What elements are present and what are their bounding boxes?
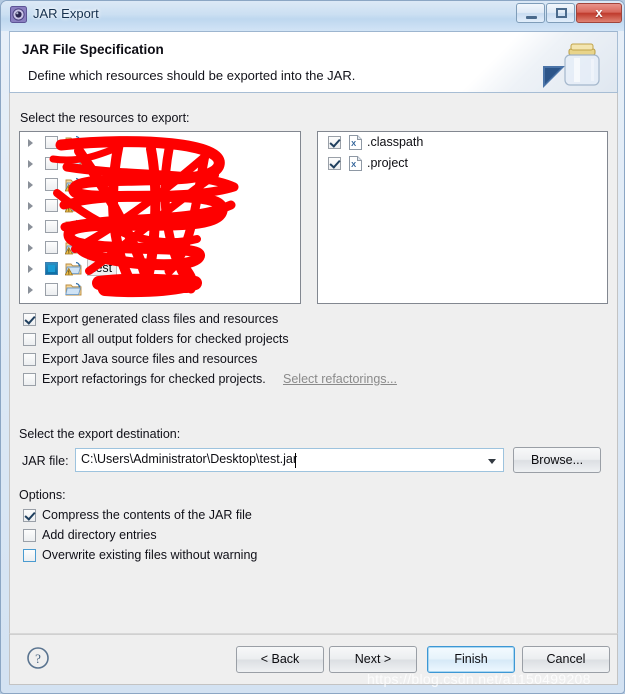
destination-label: Select the export destination: <box>19 427 181 441</box>
jar-file-label: JAR file: <box>22 454 69 468</box>
tree-row[interactable] <box>20 153 300 174</box>
minimize-button[interactable] <box>516 3 545 23</box>
project-folder-icon <box>64 219 82 234</box>
expand-arrow-icon[interactable] <box>28 181 33 189</box>
resources-label: Select the resources to export: <box>20 111 190 125</box>
tree-row-checkbox[interactable] <box>45 199 58 212</box>
minimize-icon <box>526 16 537 19</box>
tree-row[interactable] <box>20 237 300 258</box>
finish-button[interactable]: Finish <box>427 646 515 673</box>
option-checkbox[interactable] <box>23 529 36 542</box>
expand-arrow-icon[interactable] <box>28 265 33 273</box>
file-list-item[interactable]: X .classpath <box>318 132 607 153</box>
tree-row-checkbox[interactable] <box>45 136 58 149</box>
tree-row[interactable] <box>20 132 300 153</box>
select-refactorings-link[interactable]: Select refactorings... <box>283 371 397 388</box>
tree-row[interactable] <box>20 195 300 216</box>
option-label: Overwrite existing files without warning <box>42 548 258 562</box>
expand-arrow-icon[interactable] <box>28 286 33 294</box>
help-icon[interactable]: ? <box>26 646 50 670</box>
project-folder-icon <box>64 198 82 213</box>
window-title: JAR Export <box>33 6 99 21</box>
export-option-checkbox[interactable] <box>23 333 36 346</box>
expand-arrow-icon[interactable] <box>28 139 33 147</box>
expand-arrow-icon[interactable] <box>28 244 33 252</box>
export-option-label: Export all output folders for checked pr… <box>42 332 289 346</box>
project-folder-icon <box>64 240 82 255</box>
chevron-down-icon[interactable] <box>488 459 496 464</box>
export-option-checkbox[interactable] <box>23 373 36 386</box>
tree-row-label: test <box>87 259 118 276</box>
close-button[interactable]: x <box>576 3 622 23</box>
jar-export-dialog: JAR Export x JAR File Specification Defi… <box>0 0 625 694</box>
tree-row-checkbox[interactable] <box>45 241 58 254</box>
page-subtitle: Define which resources should be exporte… <box>28 68 356 83</box>
window-controls: x <box>515 3 622 25</box>
export-option-checkbox[interactable] <box>23 353 36 366</box>
maximize-button[interactable] <box>546 3 575 23</box>
file-checkbox[interactable] <box>328 157 341 170</box>
jar-export-icon <box>10 6 27 23</box>
export-option-label: Export refactorings for checked projects… <box>42 372 266 386</box>
file-label: .project <box>367 156 408 170</box>
svg-text:X: X <box>351 139 356 148</box>
expand-arrow-icon[interactable] <box>28 202 33 210</box>
svg-text:X: X <box>351 160 356 169</box>
text-caret <box>295 453 296 468</box>
close-icon: x <box>595 5 603 20</box>
export-option-checkbox[interactable] <box>23 313 36 326</box>
tree-row-checkbox[interactable] <box>45 157 58 170</box>
jar-file-input[interactable]: C:\Users\Administrator\Desktop\test.jar <box>81 452 297 466</box>
expand-arrow-icon[interactable] <box>28 160 33 168</box>
xml-file-icon: X <box>349 156 362 171</box>
export-option-label: Export Java source files and resources <box>42 352 258 366</box>
tree-row-checkbox[interactable] <box>45 283 58 296</box>
footer-divider <box>10 634 617 635</box>
back-button[interactable]: < Back <box>236 646 324 673</box>
tree-row[interactable] <box>20 279 300 300</box>
project-folder-icon <box>65 282 82 297</box>
resource-tree: test <box>20 132 300 300</box>
title-bar: JAR Export x <box>1 1 624 29</box>
option-checkbox[interactable] <box>23 549 36 562</box>
project-folder-icon <box>64 261 82 276</box>
project-folder-icon <box>64 177 82 192</box>
file-list-panel[interactable]: X .classpath X .project <box>317 131 608 304</box>
next-button[interactable]: Next > <box>329 646 417 673</box>
jar-illustration <box>543 38 605 90</box>
tree-row[interactable]: test <box>20 258 300 279</box>
svg-text:?: ? <box>35 651 41 666</box>
tree-row-checkbox[interactable] <box>45 262 58 275</box>
options-label: Options: <box>19 488 66 502</box>
export-option-label: Export generated class files and resourc… <box>42 312 279 326</box>
tree-row-checkbox[interactable] <box>45 220 58 233</box>
page-title: JAR File Specification <box>22 42 164 57</box>
project-folder-icon <box>64 135 82 150</box>
jar-file-combo[interactable]: C:\Users\Administrator\Desktop\test.jar <box>75 448 504 472</box>
dialog-footer: ? < Back Next > Finish Cancel <box>9 633 618 685</box>
file-list: X .classpath X .project <box>318 132 607 174</box>
tree-row-checkbox[interactable] <box>45 178 58 191</box>
option-label: Compress the contents of the JAR file <box>42 508 252 522</box>
option-label: Add directory entries <box>42 528 157 542</box>
tree-row[interactable] <box>20 216 300 237</box>
file-list-item[interactable]: X .project <box>318 153 607 174</box>
maximize-icon <box>556 8 567 18</box>
project-folder-icon <box>64 156 82 171</box>
expand-arrow-icon[interactable] <box>28 223 33 231</box>
browse-button[interactable]: Browse... <box>513 447 601 473</box>
option-checkbox[interactable] <box>23 509 36 522</box>
file-label: .classpath <box>367 135 424 149</box>
dialog-header: JAR File Specification Define which reso… <box>9 31 618 93</box>
xml-file-icon: X <box>349 135 362 150</box>
tree-row[interactable] <box>20 174 300 195</box>
file-checkbox[interactable] <box>328 136 341 149</box>
resource-tree-panel[interactable]: test <box>19 131 301 304</box>
cancel-button[interactable]: Cancel <box>522 646 610 673</box>
